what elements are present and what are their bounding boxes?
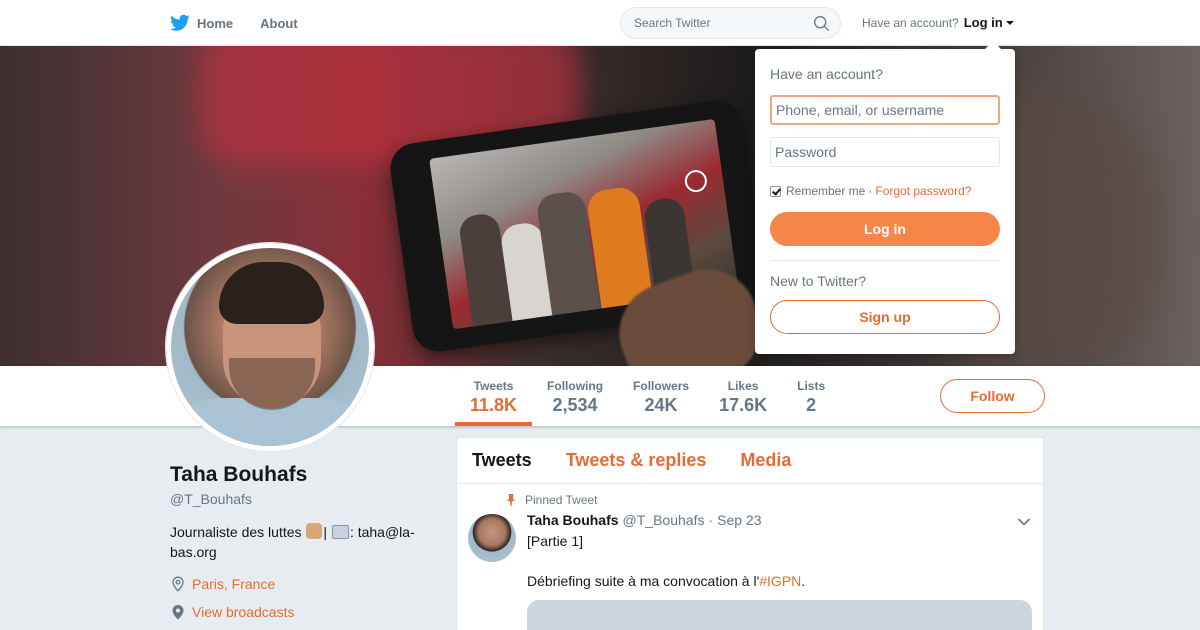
- twitter-bird-icon: [170, 14, 190, 31]
- chevron-down-icon[interactable]: [1017, 517, 1031, 527]
- dropdown-title: Have an account?: [770, 66, 883, 82]
- avatar-hair: [219, 262, 324, 324]
- nav-about-label: About: [260, 15, 298, 31]
- stat-value: 2: [806, 395, 817, 415]
- nav-about[interactable]: About: [260, 16, 298, 31]
- bio-text: Journaliste des luttes: [170, 524, 306, 540]
- tab-media[interactable]: Media: [740, 450, 791, 471]
- search-icon[interactable]: [813, 15, 830, 32]
- tweet-author-handle[interactable]: @T_Bouhafs: [623, 512, 705, 528]
- login-button[interactable]: Log in: [770, 212, 1000, 246]
- tab-tweets-replies[interactable]: Tweets & replies: [566, 450, 707, 471]
- remember-checkbox[interactable]: [770, 185, 781, 197]
- tweet-text-line: Débriefing suite à ma convocation à l'#I…: [527, 573, 805, 589]
- timeline-tabs: Tweets Tweets & replies Media: [457, 438, 1043, 484]
- username-field[interactable]: [770, 95, 1000, 125]
- tweet-text-line: [Partie 1]: [527, 533, 584, 549]
- raised-fist-emoji-icon: [306, 523, 323, 539]
- follow-button[interactable]: Follow: [940, 379, 1045, 413]
- nav-home-label: Home: [197, 15, 234, 31]
- profile-name[interactable]: Taha Bouhafs: [170, 463, 307, 487]
- pinned-indicator: Pinned Tweet: [505, 493, 598, 507]
- nav-home[interactable]: Home: [170, 14, 233, 32]
- have-account-text: Have an account?: [862, 15, 959, 30]
- stat-following[interactable]: Following 2,534: [532, 366, 618, 426]
- periscope-icon: [172, 605, 184, 620]
- nav-left: Home About: [170, 0, 325, 46]
- stat-label: Following: [547, 379, 604, 393]
- search-input[interactable]: [634, 16, 804, 30]
- search-box: [620, 7, 841, 39]
- stat-value: 11.8K: [470, 395, 518, 415]
- stat-value: 17.6K: [719, 395, 768, 415]
- stat-value: 2,534: [552, 395, 598, 415]
- stat-tweets[interactable]: Tweets 11.8K: [455, 366, 533, 426]
- tweet-text: .: [801, 573, 806, 589]
- profile-location: Paris, France: [170, 576, 275, 592]
- stat-followers[interactable]: Followers 24K: [618, 366, 704, 426]
- tweet-avatar[interactable]: [468, 514, 516, 562]
- login-link-label: Log in: [963, 15, 1003, 30]
- profile-bio: Journaliste des luttes | : taha@la-bas.o…: [170, 522, 430, 562]
- stat-label: Tweets: [473, 379, 514, 393]
- hashtag-link[interactable]: #IGPN: [759, 573, 801, 589]
- envelope-emoji-icon: [331, 525, 349, 539]
- account-area: Have an account? Log in: [862, 15, 1014, 30]
- tweet-date[interactable]: Sep 23: [717, 512, 761, 528]
- remember-separator: ·: [868, 184, 873, 198]
- bio-text: |: [323, 524, 331, 540]
- remember-label: Remember me: [786, 184, 866, 198]
- remember-row: Remember me · Forgot password?: [770, 184, 971, 198]
- top-nav: Home About Have an account? Log in: [0, 0, 1200, 46]
- dropdown-divider: [770, 260, 1000, 261]
- stat-likes[interactable]: Likes 17.6K: [704, 366, 782, 426]
- view-broadcasts-link[interactable]: View broadcasts: [192, 604, 294, 620]
- stat-label: Lists: [797, 379, 826, 393]
- tweet-header: Taha Bouhafs @T_Bouhafs · Sep 23: [527, 512, 762, 528]
- tweet-author-name[interactable]: Taha Bouhafs: [527, 512, 619, 528]
- profile-broadcasts: View broadcasts: [170, 604, 294, 620]
- record-icon: [683, 168, 709, 194]
- tweet-media[interactable]: [527, 600, 1032, 630]
- stat-label: Followers: [633, 379, 690, 393]
- timeline: Tweets Tweets & replies Media Pinned Twe…: [456, 437, 1044, 630]
- login-dropdown: Have an account? Remember me · Forgot pa…: [755, 41, 1015, 354]
- forgot-password-link[interactable]: Forgot password?: [875, 184, 971, 198]
- tweet-text: Débriefing suite à ma convocation à l': [527, 573, 760, 589]
- profile-stats: Tweets 11.8K Following 2,534 Followers 2…: [455, 366, 840, 426]
- location-link[interactable]: Paris, France: [192, 576, 275, 592]
- tab-tweets[interactable]: Tweets: [472, 450, 532, 471]
- password-field[interactable]: [770, 137, 1000, 167]
- pin-icon: [507, 494, 515, 506]
- new-to-twitter-text: New to Twitter?: [770, 273, 867, 289]
- stat-label: Likes: [727, 379, 759, 393]
- caret-down-icon: [1005, 21, 1014, 25]
- stat-lists[interactable]: Lists 2: [782, 366, 840, 426]
- signup-button[interactable]: Sign up: [770, 300, 1000, 334]
- stat-value: 24K: [644, 395, 678, 415]
- tweet-separator: ·: [708, 512, 714, 528]
- profile-avatar[interactable]: [166, 243, 374, 451]
- location-pin-icon: [172, 576, 184, 592]
- profile-handle[interactable]: @T_Bouhafs: [170, 491, 252, 507]
- login-dropdown-toggle[interactable]: Log in: [964, 15, 1014, 30]
- pinned-label: Pinned Tweet: [525, 493, 598, 507]
